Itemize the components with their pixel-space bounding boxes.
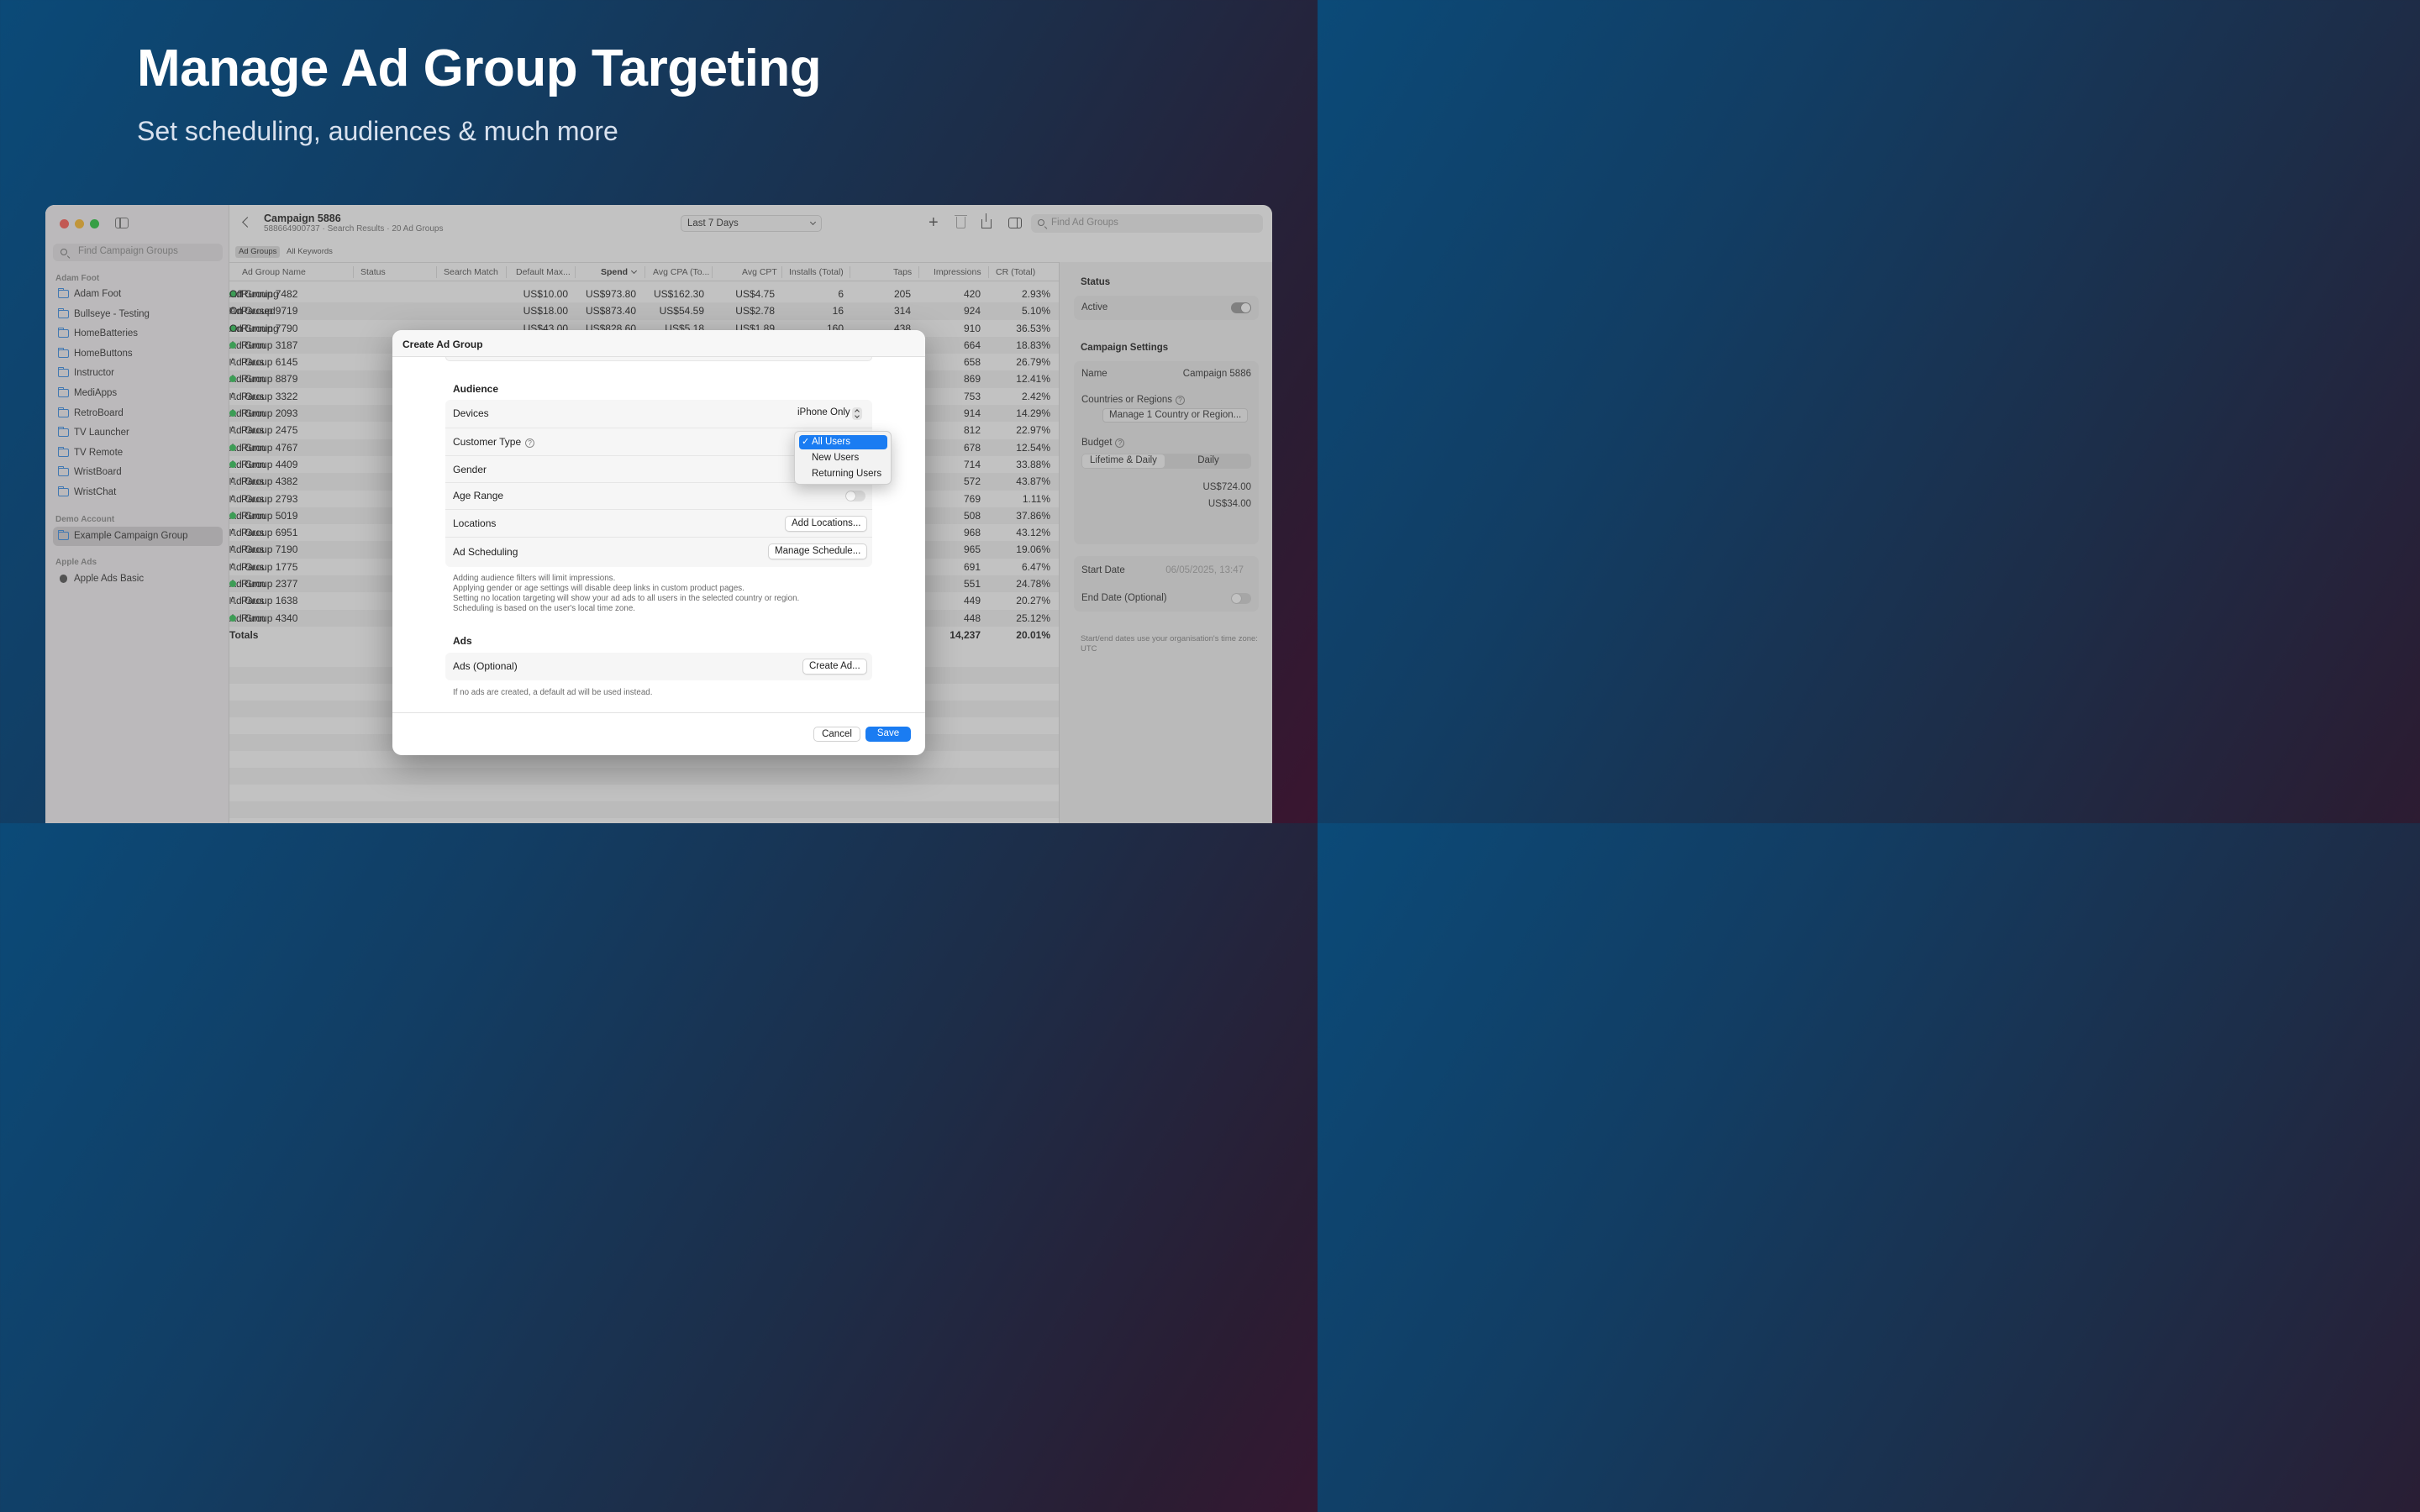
- help-icon[interactable]: ?: [525, 438, 535, 448]
- menu-item-returning-users[interactable]: Returning Users: [799, 467, 887, 481]
- add-locations-button[interactable]: Add Locations...: [785, 516, 868, 532]
- devices-label: Devices: [453, 407, 489, 419]
- audience-note-2: Applying gender or age settings will dis…: [453, 584, 744, 593]
- menu-item-label: Returning Users: [812, 469, 882, 479]
- devices-select[interactable]: iPhone Only: [797, 407, 850, 417]
- gender-label: Gender: [453, 464, 487, 475]
- menu-item-all-users[interactable]: ✓ All Users: [799, 435, 887, 449]
- hero-subtitle: Set scheduling, audiences & much more: [137, 116, 618, 146]
- dialog-title: Create Ad Group: [402, 339, 483, 350]
- devices-row: Devices iPhone Only: [445, 400, 872, 428]
- dialog-header: Create Ad Group: [392, 330, 925, 357]
- customer-type-menu: ✓ All Users New Users Returning Users: [794, 431, 892, 485]
- ads-label: Ads (Optional): [453, 660, 518, 672]
- scrolled-content-edge: [445, 357, 872, 361]
- menu-item-label: New Users: [812, 453, 860, 463]
- audience-note-1: Adding audience filters will limit impre…: [453, 574, 616, 583]
- dialog-footer-divider: [392, 712, 925, 713]
- audience-note-3: Setting no location targeting will show …: [453, 594, 800, 603]
- ads-card: Ads (Optional) Create Ad...: [445, 653, 872, 680]
- up-down-chevron-icon[interactable]: [852, 407, 862, 420]
- age-range-toggle[interactable]: [845, 491, 865, 501]
- create-ad-button[interactable]: Create Ad...: [802, 659, 867, 675]
- age-range-label: Age Range: [453, 490, 504, 501]
- locations-label: Locations: [453, 517, 497, 529]
- age-range-row: Age Range: [445, 483, 872, 510]
- save-button[interactable]: Save: [865, 727, 911, 742]
- hero-title: Manage Ad Group Targeting: [137, 39, 822, 97]
- ad-scheduling-label: Ad Scheduling: [453, 546, 518, 558]
- create-ad-group-dialog: Create Ad Group Audience Devices iPhone …: [392, 330, 925, 755]
- locations-row: Locations Add Locations...: [445, 510, 872, 538]
- ads-heading: Ads: [453, 635, 472, 647]
- cancel-button[interactable]: Cancel: [813, 727, 860, 742]
- manage-schedule-button[interactable]: Manage Schedule...: [768, 543, 868, 559]
- customer-type-label: Customer Type?: [453, 436, 535, 448]
- audience-note-4: Scheduling is based on the user's local …: [453, 604, 635, 613]
- menu-item-label: All Users: [812, 437, 851, 447]
- menu-item-new-users[interactable]: New Users: [799, 451, 887, 465]
- audience-heading: Audience: [453, 383, 499, 395]
- checkmark-icon: ✓: [802, 437, 810, 447]
- customer-type-label-text: Customer Type: [453, 436, 522, 448]
- ad-scheduling-row: Ad Scheduling Manage Schedule...: [445, 538, 872, 567]
- ads-note: If no ads are created, a default ad will…: [453, 688, 653, 697]
